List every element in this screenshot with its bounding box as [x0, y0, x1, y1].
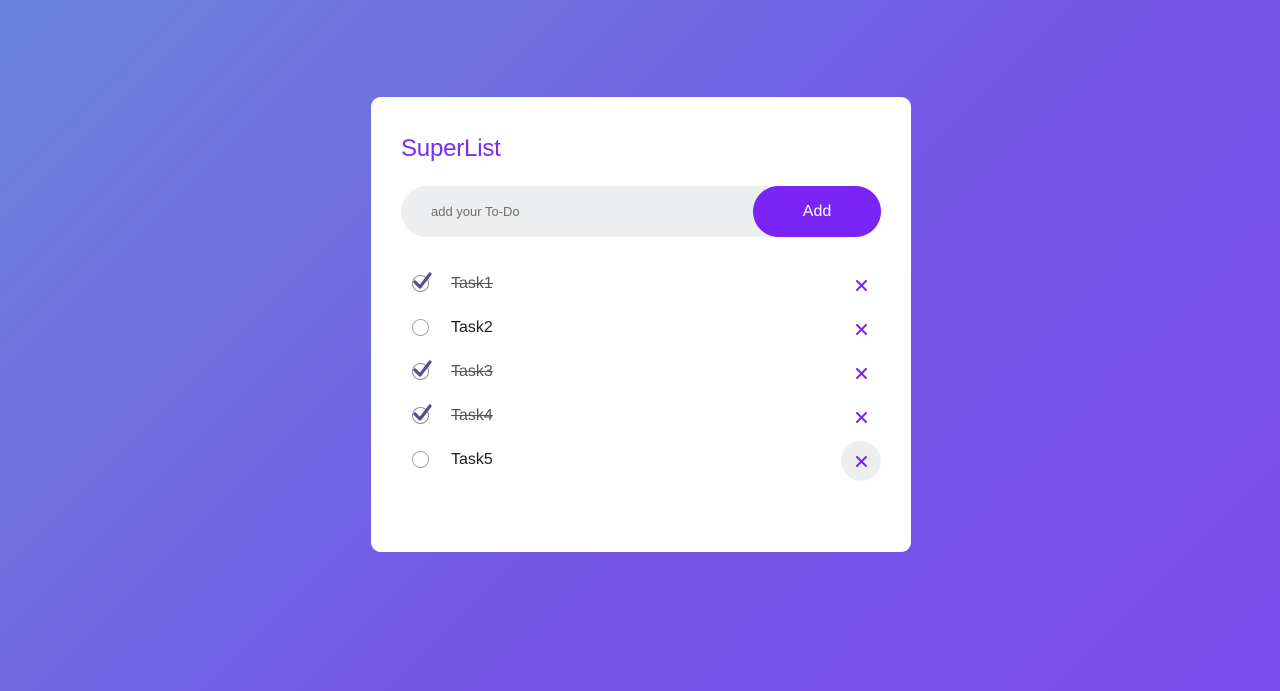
- delete-task-button[interactable]: [841, 441, 881, 481]
- task-checkbox[interactable]: [412, 319, 429, 336]
- task-label: Task1: [451, 275, 493, 292]
- close-icon: [855, 455, 867, 467]
- todo-input-row: Add: [401, 186, 881, 237]
- todo-card: SuperList Add Task1 Task: [371, 97, 911, 552]
- task-checkbox[interactable]: [412, 404, 432, 424]
- add-button[interactable]: Add: [753, 186, 881, 237]
- task-label: Task3: [451, 363, 493, 380]
- delete-task-button[interactable]: [841, 397, 881, 437]
- task-item: Task2: [401, 306, 881, 350]
- close-icon: [855, 411, 867, 423]
- delete-task-button[interactable]: [841, 309, 881, 349]
- check-icon: [413, 272, 432, 289]
- task-checkbox[interactable]: [412, 272, 432, 292]
- task-item: Task3: [401, 350, 881, 394]
- close-icon: [855, 367, 867, 379]
- task-item: Task1: [401, 262, 881, 306]
- task-item: Task5: [401, 438, 881, 482]
- task-label: Task4: [451, 407, 493, 424]
- todo-input[interactable]: [401, 186, 753, 237]
- delete-task-button[interactable]: [841, 353, 881, 393]
- check-icon: [413, 360, 432, 377]
- task-item: Task4: [401, 394, 881, 438]
- check-icon: [413, 404, 432, 421]
- close-icon: [855, 279, 867, 291]
- delete-task-button[interactable]: [841, 265, 881, 305]
- close-icon: [855, 323, 867, 335]
- task-checkbox[interactable]: [412, 451, 429, 468]
- task-label: Task5: [451, 451, 493, 468]
- task-checkbox[interactable]: [412, 360, 432, 380]
- task-label: Task2: [451, 319, 493, 336]
- task-list: Task1 Task2 Task3 Task4 Task5: [401, 262, 881, 482]
- app-title: SuperList: [401, 135, 501, 162]
